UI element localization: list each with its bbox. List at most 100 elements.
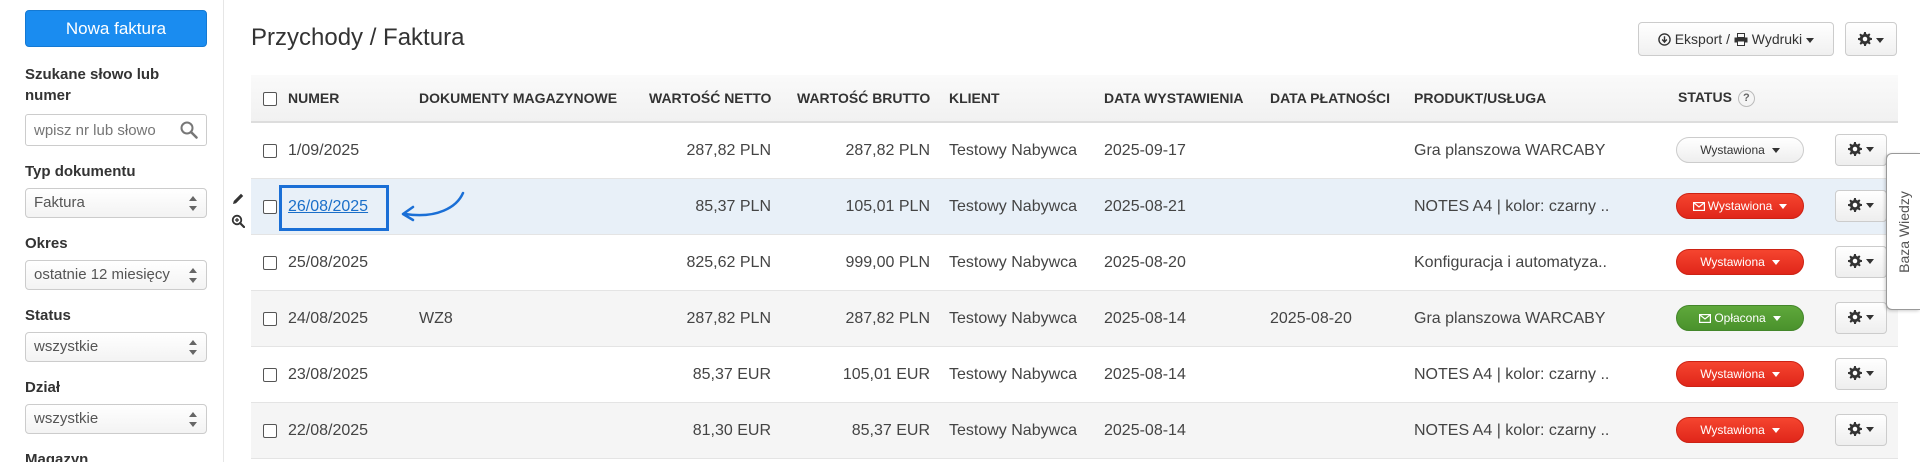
select-arrows-icon xyxy=(189,196,197,211)
select-value: Faktura xyxy=(34,194,85,211)
client[interactable]: Testowy Nabywca xyxy=(949,366,1077,384)
chevron-down-icon xyxy=(1779,204,1788,210)
document-type-select[interactable]: Faktura xyxy=(25,188,207,218)
invoice-number[interactable]: 22/08/2025 xyxy=(288,422,368,440)
department-select[interactable]: wszystkie xyxy=(25,404,207,434)
gross-value: 85,37 EUR xyxy=(851,422,930,439)
sidebar: Nowa faktura Szukane słowo lub numer Typ… xyxy=(0,0,224,462)
issue-date: 2025-08-14 xyxy=(1104,422,1186,439)
table-row[interactable]: 23/08/2025 85,37 EUR 105,01 EUR Testowy … xyxy=(251,347,1898,403)
pencil-icon[interactable] xyxy=(231,192,245,206)
filter-label-document-type: Typ dokumentu xyxy=(25,163,136,180)
page-title: Przychody / Faktura xyxy=(251,24,465,51)
row-actions-button[interactable] xyxy=(1835,358,1887,390)
row-checkbox[interactable] xyxy=(263,424,277,438)
status-badge[interactable]: Wystawiona xyxy=(1676,417,1804,443)
search-icon[interactable] xyxy=(180,121,198,139)
product: Gra planszowa WARCABY xyxy=(1414,142,1606,159)
status-label: Opłacona xyxy=(1714,311,1766,325)
export-print-button[interactable]: Eksport / Wydruki xyxy=(1638,22,1834,56)
row-checkbox[interactable] xyxy=(263,256,277,270)
print-icon xyxy=(1734,33,1748,46)
row-actions-button[interactable] xyxy=(1835,190,1887,222)
status-badge[interactable]: Wystawiona xyxy=(1676,193,1804,219)
product: NOTES A4 | kolor: czarny .. xyxy=(1414,422,1610,439)
client[interactable]: Testowy Nabywca xyxy=(949,142,1077,160)
table-row[interactable]: 25/08/2025 825,62 PLN 999,00 PLN Testowy… xyxy=(251,235,1898,291)
invoice-number[interactable]: 25/08/2025 xyxy=(288,254,368,272)
table-row[interactable]: 22/08/2025 81,30 EUR 85,37 EUR Testowy N… xyxy=(251,403,1898,459)
select-arrows-icon xyxy=(189,412,197,427)
column-warehouse-docs[interactable]: DOKUMENTY MAGAZYNOWE xyxy=(419,90,617,106)
chevron-down-icon xyxy=(1771,148,1780,154)
chevron-down-icon xyxy=(1806,37,1815,43)
row-checkbox[interactable] xyxy=(263,200,277,214)
help-icon[interactable]: ? xyxy=(1737,89,1755,107)
knowledge-base-tab[interactable]: Baza Wiedzy xyxy=(1886,153,1920,310)
filter-label-warehouse: Magazyn xyxy=(25,451,89,462)
gross-value: 999,00 PLN xyxy=(845,254,930,271)
chevron-down-icon xyxy=(1771,372,1780,378)
print-label: Wydruki xyxy=(1751,31,1803,47)
new-invoice-button[interactable]: Nowa faktura xyxy=(25,10,207,47)
status-badge[interactable]: Wystawiona xyxy=(1676,137,1804,163)
column-number[interactable]: NUMER xyxy=(288,90,339,106)
chevron-down-icon xyxy=(1771,428,1780,434)
separator: / xyxy=(1726,31,1730,47)
net-value: 81,30 EUR xyxy=(692,422,771,439)
period-select[interactable]: ostatnie 12 miesięcy xyxy=(25,260,207,290)
table-row[interactable]: 24/08/2025 WZ8 287,82 PLN 287,82 PLN Tes… xyxy=(251,291,1898,347)
row-actions-button[interactable] xyxy=(1835,414,1887,446)
client[interactable]: Testowy Nabywca xyxy=(949,422,1077,440)
filter-label-status: Status xyxy=(25,307,71,324)
invoice-number[interactable]: 1/09/2025 xyxy=(288,142,359,160)
chevron-down-icon xyxy=(1866,371,1874,377)
gross-value: 287,82 PLN xyxy=(845,142,930,159)
net-value: 825,62 PLN xyxy=(686,254,771,271)
table-header: NUMER DOKUMENTY MAGAZYNOWE WARTOŚĆ NETTO… xyxy=(251,75,1898,123)
invoice-number[interactable]: 23/08/2025 xyxy=(288,366,368,384)
invoice-number[interactable]: 24/08/2025 xyxy=(288,310,368,328)
issue-date: 2025-09-17 xyxy=(1104,142,1186,159)
column-product[interactable]: PRODUKT/USŁUGA xyxy=(1414,90,1546,106)
chevron-down-icon xyxy=(1866,315,1874,321)
row-checkbox[interactable] xyxy=(263,144,277,158)
envelope-icon xyxy=(1692,202,1705,212)
gross-value: 287,82 PLN xyxy=(845,310,930,327)
select-value: ostatnie 12 miesięcy xyxy=(34,266,170,283)
client[interactable]: Testowy Nabywca xyxy=(949,198,1077,216)
payment-date: 2025-08-20 xyxy=(1270,310,1352,327)
column-payment-date[interactable]: DATA PŁATNOŚCI xyxy=(1270,90,1390,106)
row-actions-button[interactable] xyxy=(1835,302,1887,334)
net-value: 287,82 PLN xyxy=(686,142,771,159)
column-status[interactable]: STATUS? xyxy=(1678,89,1755,107)
status-badge[interactable]: Opłacona xyxy=(1676,305,1804,331)
status-badge[interactable]: Wystawiona xyxy=(1676,361,1804,387)
arrow-annotation-icon xyxy=(401,191,465,222)
client[interactable]: Testowy Nabywca xyxy=(949,254,1077,272)
search-input[interactable] xyxy=(26,115,176,145)
row-actions-button[interactable] xyxy=(1835,134,1887,166)
gear-icon xyxy=(1848,366,1862,380)
zoom-in-icon[interactable] xyxy=(231,214,245,228)
status-select[interactable]: wszystkie xyxy=(25,332,207,362)
client[interactable]: Testowy Nabywca xyxy=(949,310,1077,328)
status-label: Wystawiona xyxy=(1700,423,1765,437)
chevron-down-icon xyxy=(1876,37,1884,43)
gross-value: 105,01 PLN xyxy=(845,198,930,215)
column-issue-date[interactable]: DATA WYSTAWIENIA xyxy=(1104,90,1243,106)
select-all-checkbox[interactable] xyxy=(263,92,277,106)
warehouse-docs[interactable]: WZ8 xyxy=(419,310,453,328)
column-gross-value[interactable]: WARTOŚĆ BRUTTO xyxy=(797,90,930,106)
table-row[interactable]: 1/09/2025 287,82 PLN 287,82 PLN Testowy … xyxy=(251,123,1898,179)
status-badge[interactable]: Wystawiona xyxy=(1676,249,1804,275)
settings-button[interactable] xyxy=(1845,22,1897,56)
table-row[interactable]: 26/08/2025 85,37 PLN 105,01 PLN Testowy … xyxy=(251,179,1898,235)
row-checkbox[interactable] xyxy=(263,312,277,326)
invoice-number-link[interactable]: 26/08/2025 xyxy=(288,198,368,216)
column-client[interactable]: KLIENT xyxy=(949,90,1000,106)
row-actions-button[interactable] xyxy=(1835,246,1887,278)
issue-date: 2025-08-14 xyxy=(1104,310,1186,327)
row-checkbox[interactable] xyxy=(263,368,277,382)
column-net-value[interactable]: WARTOŚĆ NETTO xyxy=(649,90,771,106)
